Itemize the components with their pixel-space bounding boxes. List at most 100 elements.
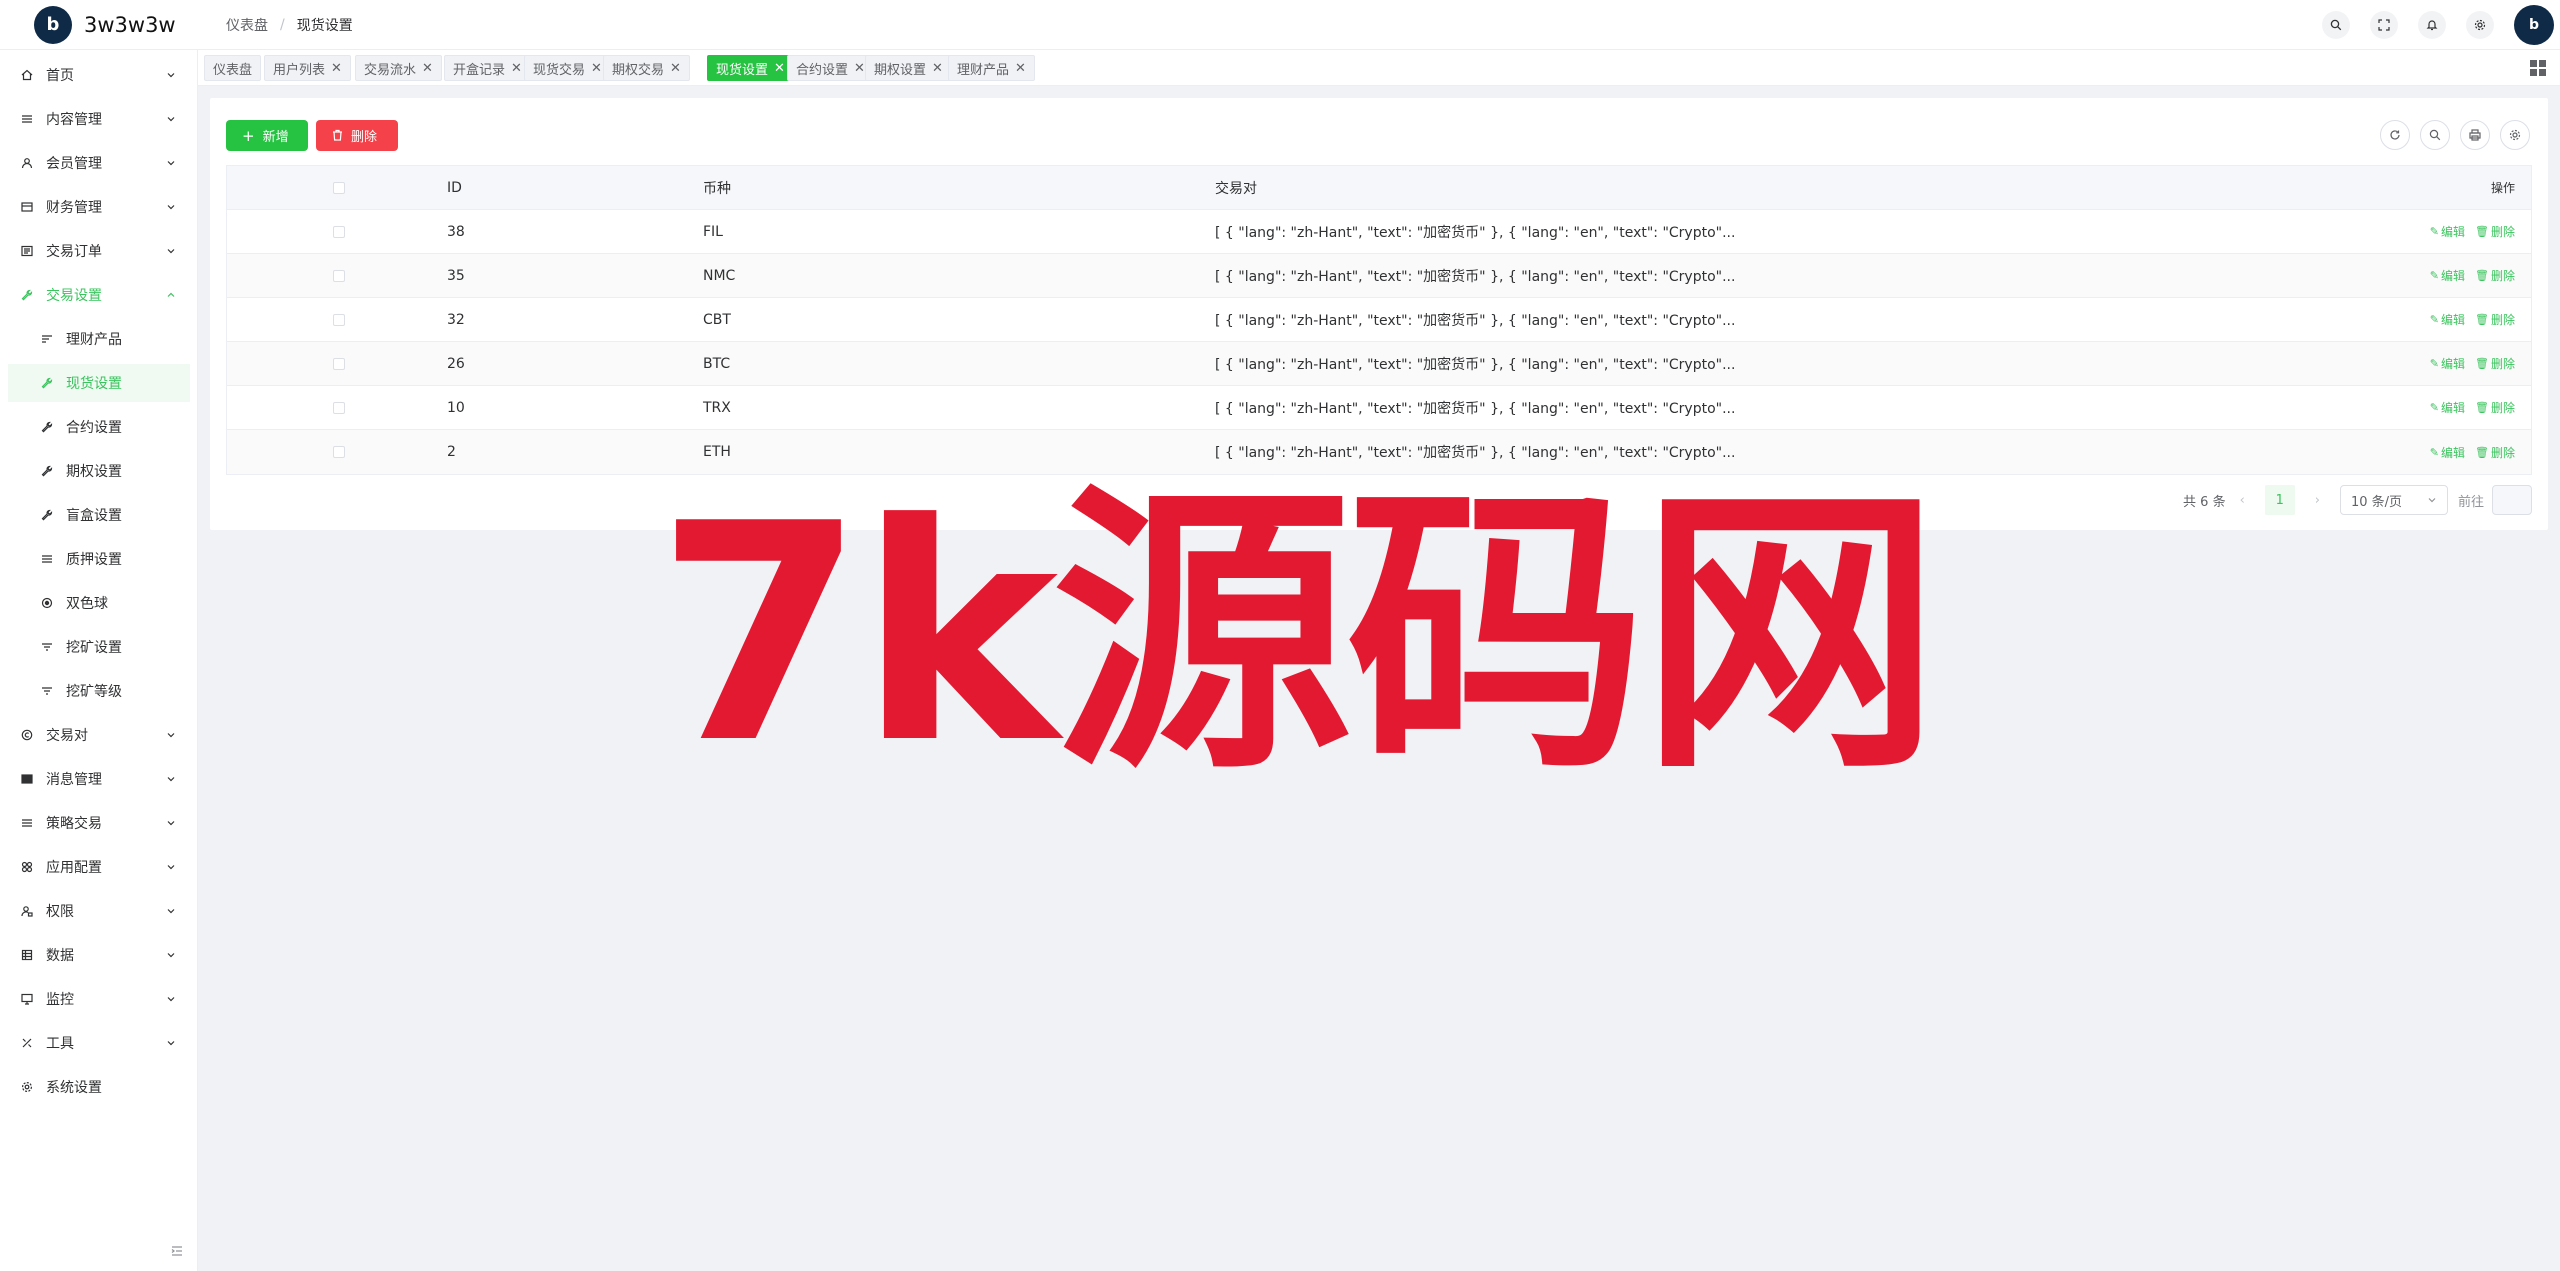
row-checkbox[interactable] [333, 313, 345, 326]
edit-link[interactable]: ✎ 编辑 [2430, 355, 2465, 372]
search-icon[interactable] [2322, 11, 2350, 39]
sidebar-item-label: 挖矿等级 [66, 684, 122, 700]
tab-6[interactable]: 现货设置 ✕ [707, 55, 794, 81]
app-logo[interactable]: b [34, 5, 72, 44]
sidebar-item-21[interactable]: 监控 [8, 980, 190, 1018]
sidebar-item-8[interactable]: 合约设置 [8, 408, 190, 446]
tab-1[interactable]: 用户列表 ✕ [264, 55, 351, 81]
tabs-menu-icon[interactable] [2530, 60, 2546, 76]
row-checkbox[interactable] [333, 225, 345, 238]
sidebar-item-10[interactable]: 盲盒设置 [8, 496, 190, 534]
close-icon[interactable]: ✕ [932, 61, 943, 76]
table-row[interactable]: 35 NMC [ { "lang": "zh-Hant", "text": "加密货… [227, 254, 2531, 298]
delete-link[interactable]: 🗑 删除 [2475, 267, 2515, 284]
close-icon[interactable]: ✕ [511, 61, 522, 76]
select-all-checkbox[interactable] [333, 181, 345, 194]
cell-pair: [ { "lang": "zh-Hant", "text": "加密货币" },… [1215, 312, 1736, 329]
delete-button[interactable]: 删除 [316, 120, 398, 151]
sidebar-item-1[interactable]: 内容管理 [8, 100, 190, 138]
row-checkbox[interactable] [333, 401, 345, 414]
sidebar-item-22[interactable]: 工具 [8, 1024, 190, 1062]
sidebar-item-23[interactable]: 系统设置 [8, 1068, 190, 1106]
tab-5[interactable]: 期权交易 ✕ [603, 55, 690, 81]
table-row[interactable]: 32 CBT [ { "lang": "zh-Hant", "text": "加密货… [227, 298, 2531, 342]
header-coin[interactable]: 币种 [703, 178, 1215, 198]
edit-link[interactable]: ✎ 编辑 [2430, 223, 2465, 240]
tab-3[interactable]: 开盒记录 ✕ [444, 55, 531, 81]
close-icon[interactable]: ✕ [591, 61, 602, 76]
table-row[interactable]: 10 TRX [ { "lang": "zh-Hant", "text": "加密货… [227, 386, 2531, 430]
sidebar-collapse-icon[interactable] [170, 1244, 186, 1260]
sidebar-item-20[interactable]: 数据 [8, 936, 190, 974]
cell-ops: ✎ 编辑 🗑 删除 [2331, 399, 2531, 416]
sidebar-item-16[interactable]: 消息管理 [8, 760, 190, 798]
sidebar-item-11[interactable]: 质押设置 [8, 540, 190, 578]
page-number-1[interactable]: 1 [2264, 485, 2295, 515]
sidebar-item-4[interactable]: 交易订单 [8, 232, 190, 270]
delete-link[interactable]: 🗑 删除 [2475, 399, 2515, 416]
filter-icon [40, 640, 54, 654]
edit-link[interactable]: ✎ 编辑 [2430, 444, 2465, 461]
delete-link[interactable]: 🗑 删除 [2475, 223, 2515, 240]
close-icon[interactable]: ✕ [774, 61, 785, 76]
close-icon[interactable]: ✕ [854, 61, 865, 76]
search-toggle-icon[interactable] [2420, 120, 2450, 150]
next-page-icon[interactable]: › [2315, 493, 2320, 508]
trash-icon: 🗑 [2475, 313, 2489, 326]
delete-link[interactable]: 🗑 删除 [2475, 444, 2515, 461]
edit-link[interactable]: ✎ 编辑 [2430, 267, 2465, 284]
close-icon[interactable]: ✕ [670, 61, 681, 76]
sidebar-item-19[interactable]: 权限 [8, 892, 190, 930]
edit-link[interactable]: ✎ 编辑 [2430, 399, 2465, 416]
sidebar-item-13[interactable]: 挖矿设置 [8, 628, 190, 666]
row-checkbox[interactable] [333, 269, 345, 282]
sidebar-item-2[interactable]: 会员管理 [8, 144, 190, 182]
sidebar-item-5[interactable]: 交易设置 [8, 276, 190, 314]
tab-4[interactable]: 现货交易 ✕ [524, 55, 611, 81]
sidebar-item-14[interactable]: 挖矿等级 [8, 672, 190, 710]
sidebar-item-12[interactable]: 双色球 [8, 584, 190, 622]
sidebar-item-15[interactable]: 交易对 [8, 716, 190, 754]
table-row[interactable]: 26 BTC [ { "lang": "zh-Hant", "text": "加密货… [227, 342, 2531, 386]
goto-label: 前往 [2457, 494, 2484, 510]
print-icon[interactable] [2460, 120, 2490, 150]
prev-page-icon[interactable]: ‹ [2240, 493, 2245, 508]
delete-link[interactable]: 🗑 删除 [2475, 311, 2515, 328]
bell-icon[interactable] [2418, 11, 2446, 39]
close-icon[interactable]: ✕ [422, 61, 433, 76]
sidebar-item-18[interactable]: 应用配置 [8, 848, 190, 886]
row-checkbox[interactable] [333, 446, 345, 458]
sidebar-item-9[interactable]: 期权设置 [8, 452, 190, 490]
page-size-select[interactable]: 10 条/页 [2339, 485, 2448, 515]
sidebar-item-0[interactable]: 首页 [8, 56, 190, 94]
chevron-down-icon [167, 997, 175, 1002]
column-settings-icon[interactable] [2500, 120, 2530, 150]
sidebar-item-17[interactable]: 策略交易 [8, 804, 190, 842]
sidebar-item-3[interactable]: 财务管理 [8, 188, 190, 226]
close-icon[interactable]: ✕ [331, 61, 342, 76]
table-row[interactable]: 38 FIL [ { "lang": "zh-Hant", "text": "加密货… [227, 210, 2531, 254]
edit-link[interactable]: ✎ 编辑 [2430, 311, 2465, 328]
add-button[interactable]: + 新增 [226, 120, 308, 151]
target-icon [40, 596, 54, 610]
fullscreen-icon[interactable] [2370, 11, 2398, 39]
breadcrumb-item-dashboard[interactable]: 仪表盘 [226, 15, 268, 35]
header-id[interactable]: ID [447, 180, 703, 196]
sidebar-item-6[interactable]: 理财产品 [8, 320, 190, 358]
sidebar-item-label: 会员管理 [46, 156, 102, 172]
tab-2[interactable]: 交易流水 ✕ [355, 55, 442, 81]
goto-page-input[interactable] [2492, 485, 2532, 515]
header-pair[interactable]: 交易对 [1215, 178, 2331, 198]
avatar[interactable]: b [2514, 5, 2554, 45]
delete-link[interactable]: 🗑 删除 [2475, 355, 2515, 372]
refresh-icon[interactable] [2380, 120, 2410, 150]
close-icon[interactable]: ✕ [1015, 61, 1026, 76]
tab-8[interactable]: 期权设置 ✕ [865, 55, 952, 81]
cell-id: 2 [447, 444, 456, 460]
tab-0[interactable]: 仪表盘 [204, 55, 262, 81]
tab-7[interactable]: 合约设置 ✕ [787, 55, 874, 81]
gear-icon[interactable] [2466, 11, 2494, 39]
row-checkbox[interactable] [333, 357, 345, 370]
sidebar-item-7[interactable]: 现货设置 [8, 364, 190, 402]
tab-9[interactable]: 理财产品 ✕ [948, 55, 1035, 81]
